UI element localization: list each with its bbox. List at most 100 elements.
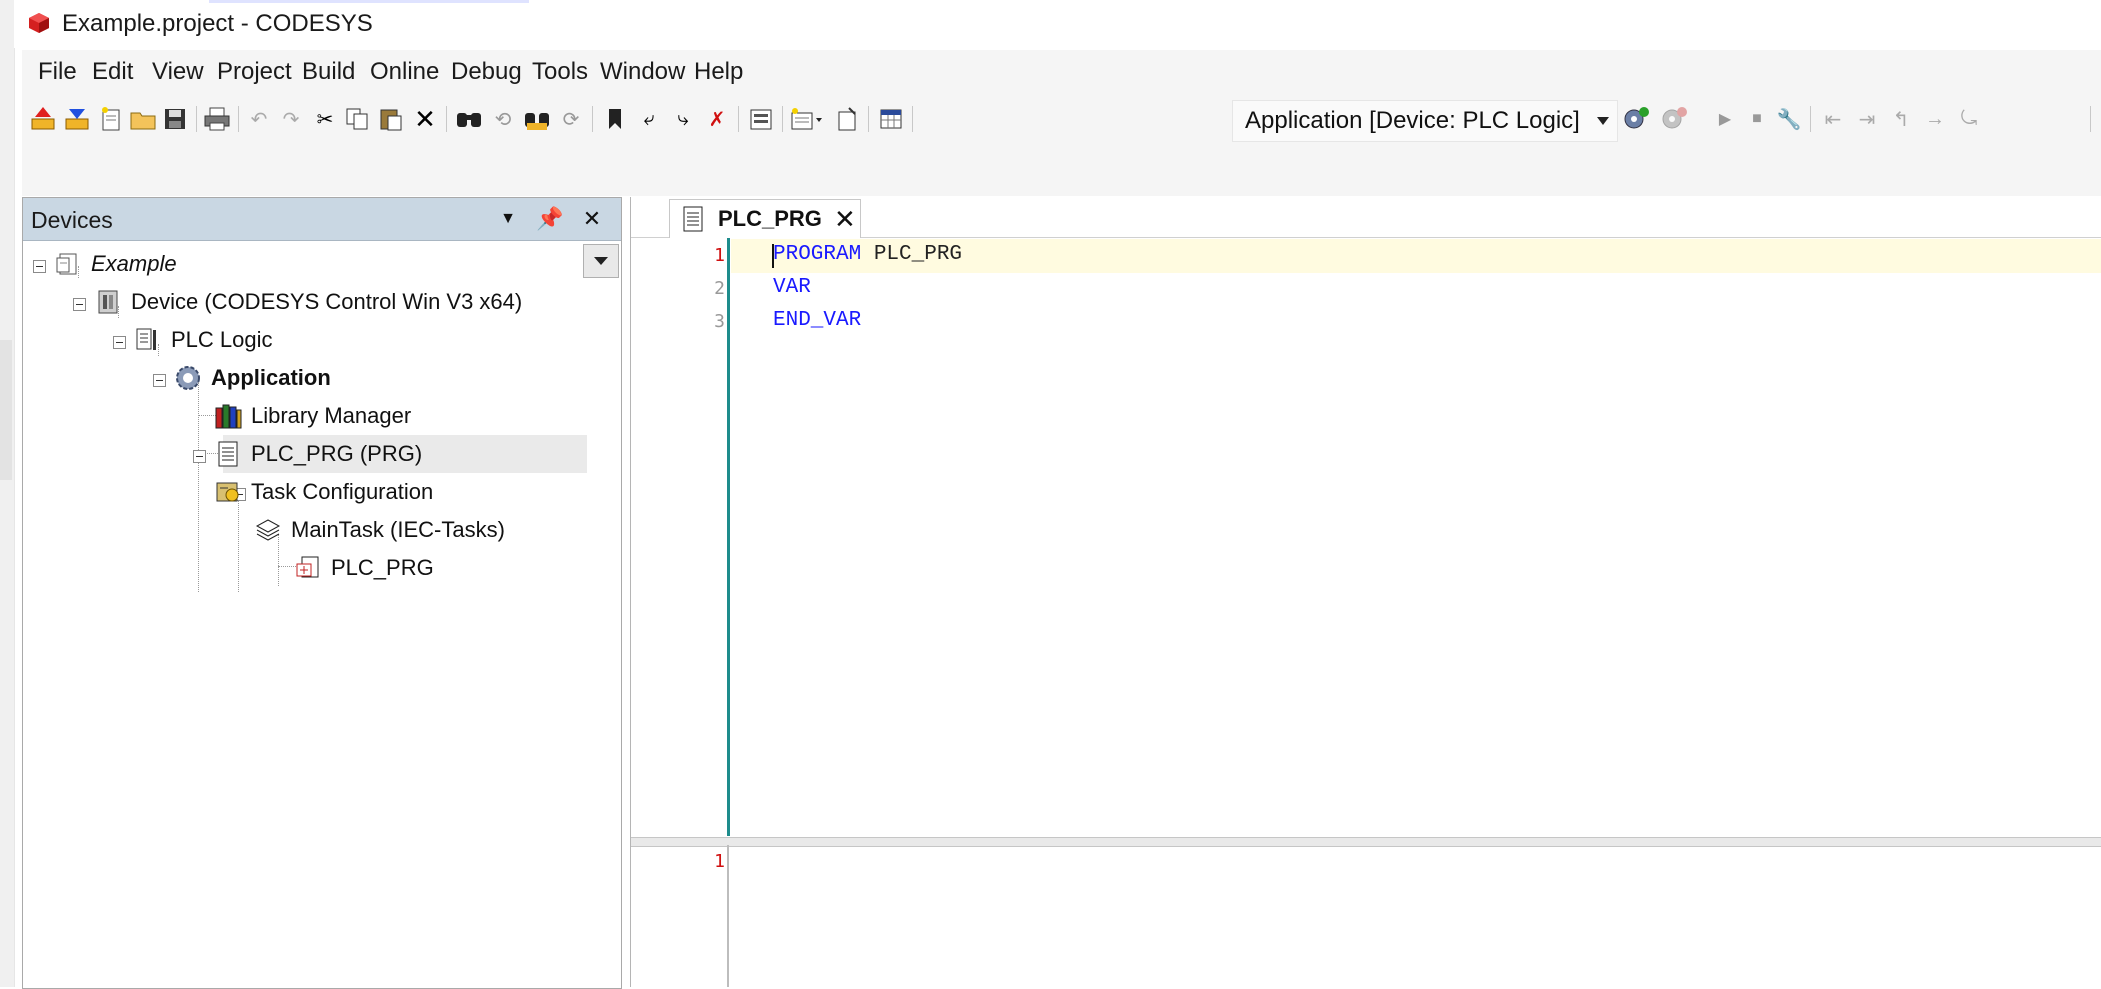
- find-in-project-icon[interactable]: [522, 104, 552, 134]
- tree-item-plc-logic[interactable]: PLC Logic: [133, 322, 273, 358]
- menu-file[interactable]: File: [32, 56, 83, 88]
- calendar-grid-icon[interactable]: [876, 104, 906, 134]
- toolbar-separator: [2090, 106, 2091, 132]
- menu-bar: File Edit View Project Build Online Debu…: [22, 50, 2101, 92]
- redo-icon[interactable]: ↷: [276, 104, 306, 134]
- pin-icon[interactable]: 📌: [535, 204, 565, 234]
- stop-icon[interactable]: ■: [1742, 104, 1772, 134]
- cut-icon[interactable]: ✂: [310, 104, 340, 134]
- panel-menu-chevron-down-icon[interactable]: ▼: [493, 204, 523, 234]
- chevron-down-icon: [594, 257, 608, 265]
- tree-item-library-manager[interactable]: Library Manager: [213, 398, 411, 434]
- codesys-app-icon: [29, 13, 49, 33]
- tree-item-device[interactable]: Device (CODESYS Control Win V3 x64): [93, 284, 522, 320]
- active-application-value: Application [Device: PLC Logic]: [1245, 107, 1580, 134]
- chevron-down-icon[interactable]: [1597, 117, 1609, 125]
- collapse-toggle[interactable]: [73, 298, 86, 311]
- print-icon[interactable]: [202, 104, 232, 134]
- collapse-toggle[interactable]: [193, 450, 206, 463]
- keyword-token: END_VAR: [773, 309, 862, 332]
- tree-options-dropdown[interactable]: [583, 244, 619, 278]
- toolbar-band: [22, 146, 2101, 196]
- toolbar-separator: [912, 106, 913, 132]
- next-bookmark-icon[interactable]: ⤷: [668, 104, 698, 134]
- tree-item-plc-prg-pou[interactable]: PLC_PRG (PRG): [213, 436, 422, 472]
- keyword-token: VAR: [773, 276, 811, 299]
- declaration-gutter-marker: [727, 238, 730, 836]
- tree-item-example[interactable]: Example: [53, 246, 177, 282]
- step-out-icon[interactable]: ↰: [1886, 104, 1916, 134]
- properties-icon[interactable]: [832, 104, 862, 134]
- new-project-icon[interactable]: [96, 104, 126, 134]
- collapse-toggle[interactable]: [153, 374, 166, 387]
- menu-online[interactable]: Online: [364, 56, 445, 88]
- tab-plc-prg[interactable]: PLC_PRG ✕: [669, 199, 861, 238]
- save-icon[interactable]: [160, 104, 190, 134]
- code-line[interactable]: END_VAR: [773, 309, 861, 332]
- upload-icon[interactable]: [28, 104, 58, 134]
- toolbar-separator: [1810, 106, 1811, 132]
- step-over-icon[interactable]: ⇤: [1818, 104, 1848, 134]
- window-title: Example.project - CODESYS: [62, 10, 373, 37]
- code-line[interactable]: PROGRAM PLC_PRG: [773, 243, 962, 266]
- clear-bookmarks-icon[interactable]: ✗: [702, 104, 732, 134]
- find-replace-icon[interactable]: ⟲: [488, 104, 518, 134]
- library-books-icon: [213, 401, 243, 431]
- tree-item-plc-prg-call[interactable]: PLC_PRG: [293, 550, 434, 586]
- main-toolbar: ↶ ↷ ✂ ✕ ⟲ ⟳ ⤶ ⤷ ✗ Application [Device: P…: [22, 92, 2101, 146]
- code-line[interactable]: VAR: [773, 276, 811, 299]
- add-object-icon[interactable]: [788, 104, 826, 134]
- title-accent: [209, 0, 529, 3]
- tree-item-label: MainTask (IEC-Tasks): [291, 517, 505, 542]
- undo-icon[interactable]: ↶: [244, 104, 274, 134]
- close-tab-icon[interactable]: ✕: [834, 204, 856, 235]
- step-into-icon[interactable]: ⇥: [1852, 104, 1882, 134]
- tab-label: PLC_PRG: [718, 206, 822, 231]
- application-gear-icon: [173, 363, 203, 393]
- active-application-combobox[interactable]: Application [Device: PLC Logic]: [1232, 100, 1618, 142]
- plc-logic-icon: [133, 325, 163, 355]
- tree-item-label: Example: [91, 251, 177, 276]
- find-icon[interactable]: [454, 104, 484, 134]
- bookmark-icon[interactable]: [600, 104, 630, 134]
- set-next-statement-icon[interactable]: ⤿: [1954, 104, 1984, 134]
- logout-icon[interactable]: [1660, 104, 1690, 134]
- menu-debug[interactable]: Debug: [445, 56, 528, 88]
- editor-splitter[interactable]: [631, 837, 2101, 847]
- open-folder-icon[interactable]: [128, 104, 158, 134]
- menu-edit[interactable]: Edit: [86, 56, 139, 88]
- tree-item-application[interactable]: Application: [173, 360, 331, 396]
- toolbar-separator: [738, 106, 739, 132]
- clipboard-icon[interactable]: [746, 104, 776, 134]
- reset-tool-icon[interactable]: 🔧: [1774, 104, 1804, 134]
- close-icon[interactable]: ✕: [577, 204, 607, 234]
- menu-window[interactable]: Window: [594, 56, 691, 88]
- start-icon[interactable]: ▶: [1710, 104, 1740, 134]
- download-icon[interactable]: [62, 104, 92, 134]
- tree-item-label: PLC_PRG: [331, 555, 434, 580]
- login-icon[interactable]: [1622, 104, 1652, 134]
- tree-item-label: Library Manager: [251, 403, 412, 428]
- menu-view[interactable]: View: [146, 56, 210, 88]
- replace-in-project-icon[interactable]: ⟳: [556, 104, 586, 134]
- pou-editor: PLC_PRG ✕ 1 2 3 PROGRAM PLC_PRG VAR END_…: [630, 197, 2101, 987]
- toolbar-separator: [782, 106, 783, 132]
- menu-build[interactable]: Build: [296, 56, 361, 88]
- line-number: 3: [714, 311, 725, 332]
- title-bar: Example.project - CODESYS: [14, 0, 2101, 48]
- collapse-toggle[interactable]: [113, 336, 126, 349]
- paste-icon[interactable]: [376, 104, 406, 134]
- collapse-toggle[interactable]: [33, 260, 46, 273]
- copy-icon[interactable]: [342, 104, 372, 134]
- line-number: 1: [714, 245, 725, 266]
- tree-item-task-configuration[interactable]: Task Configuration: [173, 474, 433, 510]
- previous-bookmark-icon[interactable]: ⤶: [634, 104, 664, 134]
- run-to-cursor-icon[interactable]: →: [1920, 104, 1950, 134]
- delete-icon[interactable]: ✕: [410, 104, 440, 134]
- menu-help[interactable]: Help: [688, 56, 749, 88]
- menu-project[interactable]: Project: [211, 56, 298, 88]
- tree-item-maintask[interactable]: MainTask (IEC-Tasks): [253, 512, 505, 548]
- menu-tools[interactable]: Tools: [526, 56, 594, 88]
- toolbar-separator: [868, 106, 869, 132]
- tree-item-label: Task Configuration: [251, 479, 434, 504]
